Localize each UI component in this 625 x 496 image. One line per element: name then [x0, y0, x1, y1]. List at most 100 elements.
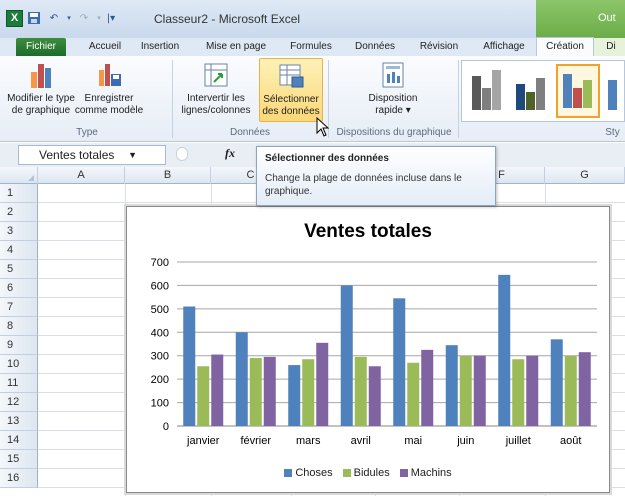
save-as-template-label: Enregistrer comme modèle [74, 93, 144, 116]
chart-style-1[interactable] [466, 64, 510, 118]
bar-choses [183, 306, 196, 426]
bar-bidules [407, 362, 420, 426]
tab-data[interactable]: Données [348, 38, 402, 56]
legend-label-bidules: Bidules [353, 467, 390, 479]
bar-choses [498, 274, 511, 426]
row-header[interactable]: 16 [0, 469, 38, 488]
tab-view[interactable]: Affichage [476, 38, 532, 56]
row-header[interactable]: 10 [0, 355, 38, 374]
change-chart-type-button[interactable]: Modifier le type de graphique [7, 58, 75, 122]
row-header[interactable]: 8 [0, 317, 38, 336]
y-tick-label: 0 [163, 421, 169, 433]
chart-legend[interactable]: Choses Bidules Machins [127, 467, 609, 479]
legend-label-choses: Choses [295, 467, 333, 479]
chart-area[interactable]: Ventes totales 0 100 200 300 400 500 600 700 jan… [126, 206, 610, 493]
save-icon[interactable] [25, 9, 43, 27]
tooltip-title: Sélectionner des données [265, 153, 389, 164]
bar-machins [578, 352, 591, 426]
legend-item-bidules[interactable]: Bidules [342, 467, 390, 479]
tab-layout[interactable]: Di [597, 38, 625, 56]
x-tick-label: janvier [186, 435, 220, 447]
tab-insert[interactable]: Insertion [134, 38, 186, 56]
undo-icon[interactable]: ↶ [45, 9, 63, 27]
select-data-tooltip: Sélectionner des données Change la plage… [256, 146, 496, 206]
y-tick-label: 700 [151, 257, 169, 269]
group-label-layouts: Dispositions du graphique [336, 127, 452, 138]
row-header[interactable]: 15 [0, 450, 38, 469]
name-box-value: Ventes totales [39, 148, 115, 162]
bar-bidules [197, 366, 210, 426]
group-label-styles: Sty [605, 127, 620, 138]
quick-access-toolbar: X ↶ ▾ ↷ ▾ |▾ [6, 8, 117, 28]
title-bar: X ↶ ▾ ↷ ▾ |▾ Classeur2 - Microsoft Excel… [0, 0, 625, 38]
chart-plot-area[interactable]: 0 100 200 300 400 500 600 700 janvier février mars… [127, 207, 611, 494]
y-tick-label: 600 [151, 280, 169, 292]
row-header[interactable]: 9 [0, 336, 38, 355]
legend-swatch-machins [399, 469, 408, 477]
column-header-b[interactable]: B [125, 167, 211, 184]
tab-page-layout[interactable]: Mise en page [198, 38, 274, 56]
tab-home[interactable]: Accueil [80, 38, 130, 56]
switch-row-column-label: Intervertir les lignes/colonnes [181, 93, 251, 116]
change-chart-type-icon [25, 60, 57, 90]
x-tick-label: juin [456, 435, 474, 447]
bar-choses [550, 339, 563, 426]
row-header[interactable]: 1 [0, 184, 38, 203]
name-box-dropdown-icon[interactable]: ▼ [128, 146, 137, 164]
row-header[interactable]: 3 [0, 222, 38, 241]
tab-design[interactable]: Création [536, 37, 594, 57]
y-tick-label: 400 [151, 327, 169, 339]
column-header-a[interactable]: A [38, 167, 125, 184]
bar-machins [526, 355, 539, 426]
legend-item-choses[interactable]: Choses [284, 467, 333, 479]
group-label-type: Type [76, 127, 98, 138]
row-header[interactable]: 7 [0, 298, 38, 317]
row-header[interactable]: 5 [0, 260, 38, 279]
y-tick-label: 100 [151, 398, 169, 410]
window-title: Classeur2 - Microsoft Excel [154, 12, 301, 26]
excel-logo-icon[interactable]: X [6, 9, 23, 27]
chart-styles-gallery[interactable] [461, 60, 625, 122]
bar-bidules [249, 358, 262, 426]
tooltip-body: Change la plage de données incluse dans … [265, 173, 462, 197]
select-data-icon [275, 61, 307, 91]
chart-style-3-selected[interactable] [556, 64, 600, 118]
redo-icon[interactable]: ↷ [75, 9, 93, 27]
column-header-g[interactable]: G [545, 167, 625, 184]
formula-scroll-icon [176, 147, 188, 161]
row-header[interactable]: 12 [0, 393, 38, 412]
bar-choses [340, 285, 353, 426]
switch-row-column-button[interactable]: Intervertir les lignes/colonnes [176, 58, 256, 122]
customize-qat-icon[interactable]: |▾ [105, 9, 117, 27]
group-separator [458, 60, 459, 138]
bar-machins [211, 354, 224, 426]
legend-label-machins: Machins [410, 467, 452, 479]
x-tick-label: avril [351, 435, 371, 447]
select-data-label: Sélectionner des données [262, 94, 320, 117]
save-as-template-button[interactable]: Enregistrer comme modèle [74, 58, 144, 122]
tab-file[interactable]: Fichier [16, 38, 66, 56]
group-separator [172, 60, 173, 138]
name-box[interactable]: Ventes totales ▼ [18, 145, 166, 165]
row-header[interactable]: 14 [0, 431, 38, 450]
select-all-corner[interactable] [0, 167, 38, 184]
undo-dropdown-icon[interactable]: ▾ [65, 9, 73, 27]
redo-dropdown-icon[interactable]: ▾ [95, 9, 103, 27]
bar-bidules [459, 355, 472, 426]
row-header[interactable]: 2 [0, 203, 38, 222]
chart-style-4[interactable] [602, 64, 625, 118]
chart-tools-header: Out [536, 0, 625, 38]
chart-style-2[interactable] [510, 64, 554, 118]
select-data-button[interactable]: Sélectionner des données [259, 58, 323, 122]
legend-item-machins[interactable]: Machins [399, 467, 452, 479]
row-header[interactable]: 11 [0, 374, 38, 393]
row-header[interactable]: 13 [0, 412, 38, 431]
y-tick-label: 300 [151, 351, 169, 363]
row-header[interactable]: 6 [0, 279, 38, 298]
tab-formulas[interactable]: Formules [282, 38, 340, 56]
mouse-cursor-icon [316, 117, 330, 137]
row-header[interactable]: 4 [0, 241, 38, 260]
quick-layout-button[interactable]: Disposition rapide ▾ [360, 58, 426, 122]
tab-review[interactable]: Révision [410, 38, 468, 56]
insert-function-icon[interactable]: fx [225, 146, 235, 161]
